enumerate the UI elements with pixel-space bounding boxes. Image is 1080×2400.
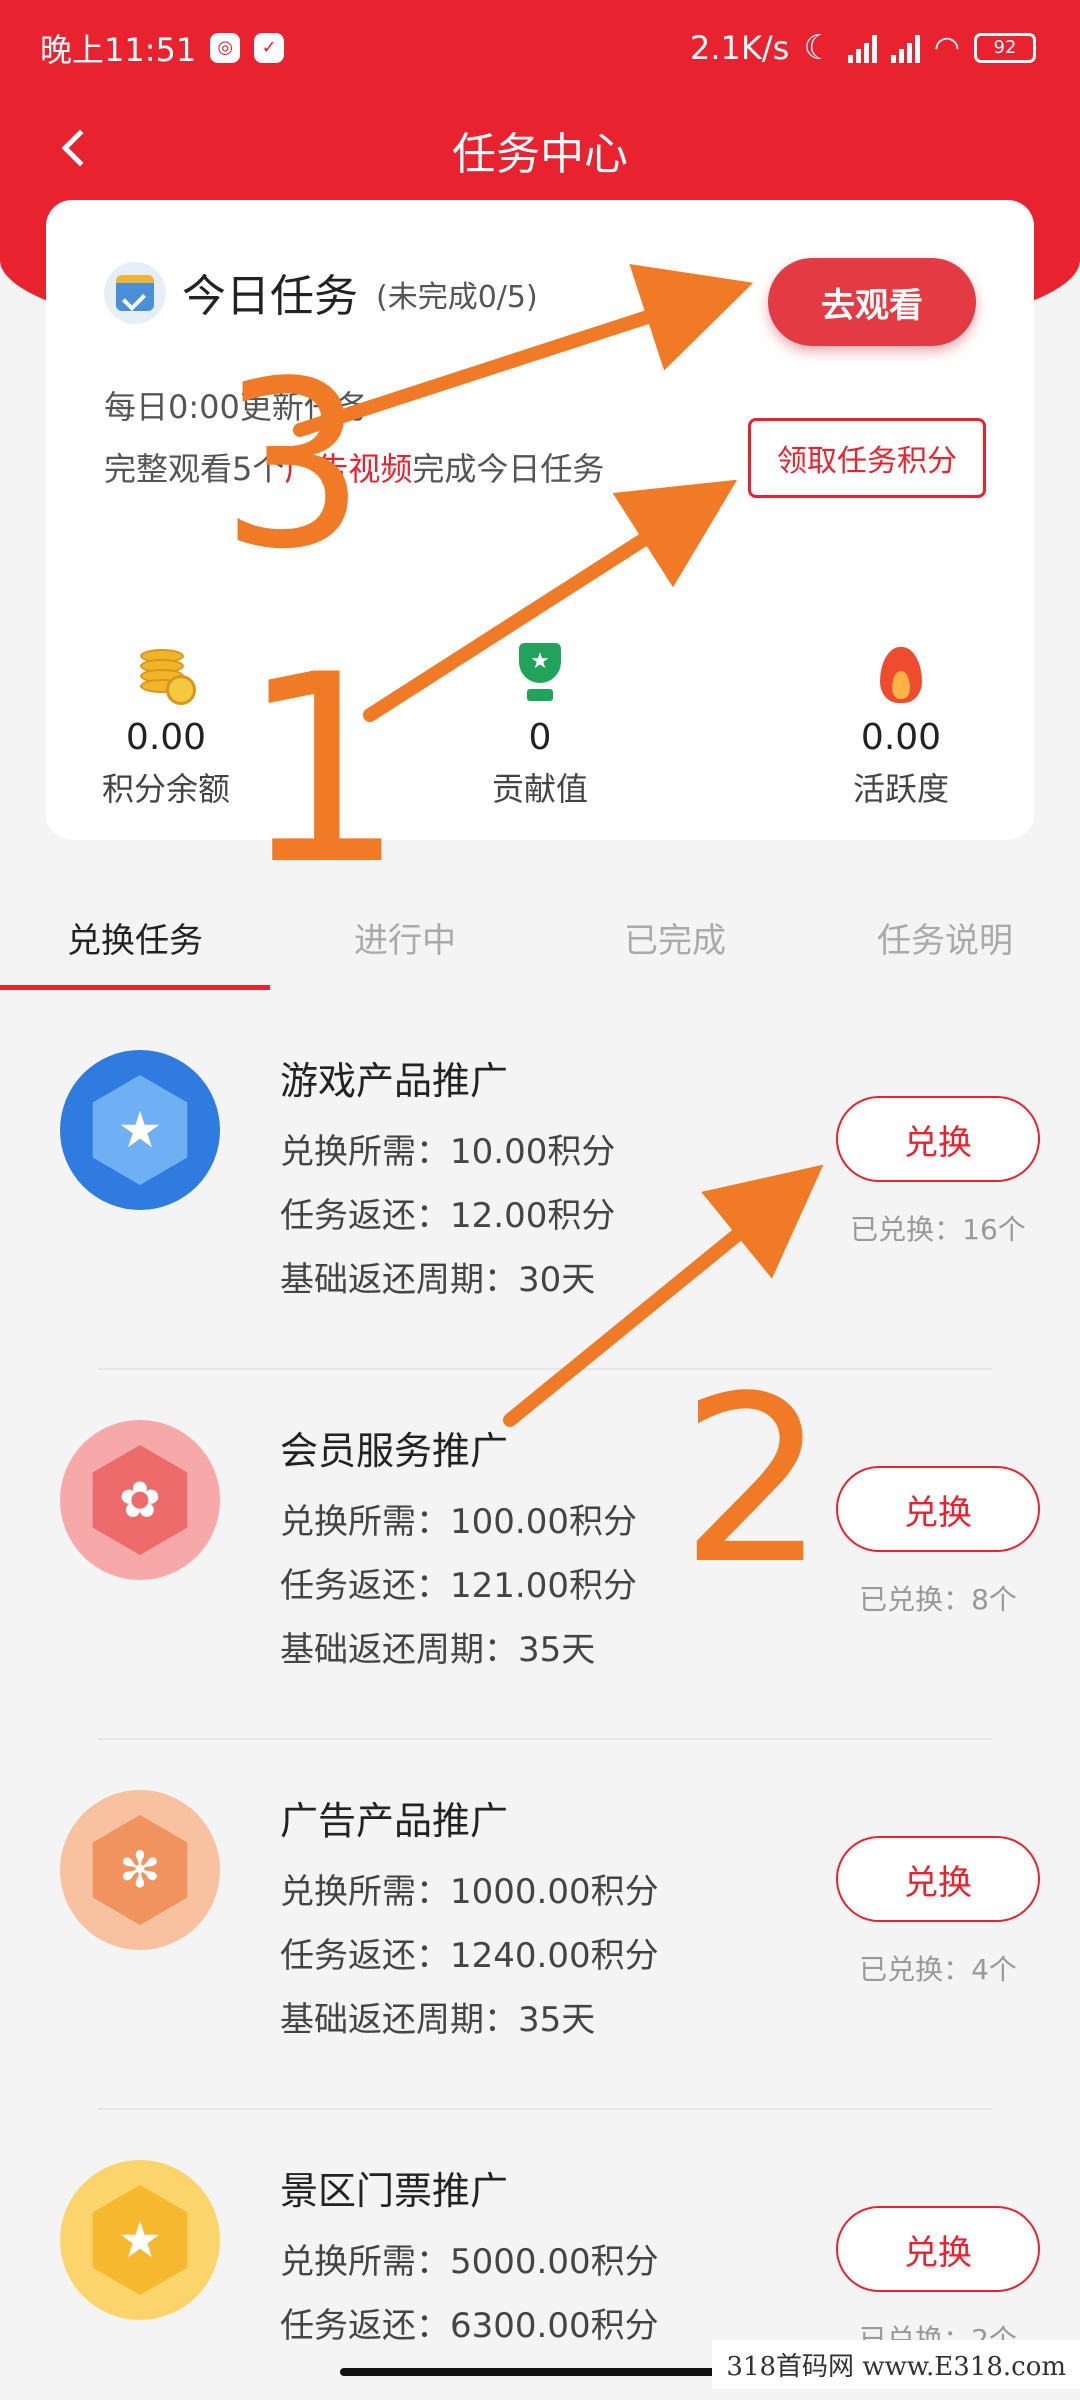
redeemed-count: 已兑换：4个 <box>859 1953 1017 1986</box>
redeem-button[interactable]: 兑换 <box>836 1466 1040 1552</box>
task-cost: 兑换所需：100.00积分 <box>280 1502 637 1542</box>
list-item: ✻ 广告产品推广 兑换所需：1000.00积分 任务返还：1240.00积分 基… <box>0 1740 1080 2110</box>
task-period: 基础返还周期：35天 <box>280 2000 596 2040</box>
flame-icon <box>876 641 926 705</box>
instruction-suffix: 完成今日任务 <box>412 450 605 488</box>
shield-icon: ✓ <box>254 32 285 63</box>
today-task-title: 今日任务 <box>182 271 358 322</box>
tab-bar: 兑换任务 进行中 已完成 任务说明 <box>0 895 1080 990</box>
instruction-prefix: 完整观看5个 <box>104 450 285 488</box>
watch-button[interactable]: 去观看 <box>768 258 976 346</box>
back-button[interactable] <box>55 123 105 173</box>
tab-in-progress[interactable]: 进行中 <box>270 895 540 990</box>
pinwheel-badge-icon: ✻ <box>60 1790 220 1950</box>
star-badge-icon: ★ <box>60 1050 220 1210</box>
task-cost: 兑换所需：10.00积分 <box>280 1132 616 1172</box>
home-indicator[interactable] <box>340 2368 740 2376</box>
stat-points-balance: 0.00 积分余额 <box>56 625 276 810</box>
stat-value: 0.00 <box>860 717 942 758</box>
stat-activity: 0.00 活跃度 <box>791 625 1011 810</box>
wechat-icon: ◎ <box>210 32 241 63</box>
list-item: ✿ 会员服务推广 兑换所需：100.00积分 任务返还：121.00积分 基础返… <box>0 1370 1080 1740</box>
watermark: 318首码网 www.E318.com <box>712 2340 1080 2389</box>
flower-badge-icon: ✿ <box>60 1420 220 1580</box>
task-reward: 任务返还：121.00积分 <box>280 1566 637 1606</box>
today-task-card: 今日任务 (未完成0/5) 去观看 每日0:00更新任务 完整观看5个广告视频完… <box>46 200 1034 840</box>
tab-task-guide[interactable]: 任务说明 <box>810 895 1080 990</box>
stat-label: 贡献值 <box>491 770 588 808</box>
redeem-button[interactable]: 兑换 <box>836 1096 1040 1182</box>
task-reward: 任务返还：1240.00积分 <box>280 1936 659 1976</box>
status-bar: 晚上11:51 ◎ ✓ 2.1K/s ☾ ◠ 92 <box>0 0 1080 95</box>
coins-icon <box>136 645 196 705</box>
task-instruction: 完整观看5个广告视频完成今日任务 <box>104 444 604 490</box>
stat-label: 积分余额 <box>101 770 230 808</box>
stat-value: 0.00 <box>125 717 207 758</box>
task-cost: 兑换所需：5000.00积分 <box>280 2242 659 2282</box>
chevron-left-icon <box>61 129 99 167</box>
task-period: 基础返还周期：35天 <box>280 1630 596 1670</box>
stat-value: 0 <box>528 717 552 758</box>
tab-completed[interactable]: 已完成 <box>540 895 810 990</box>
network-speed: 2.1K/s <box>690 28 790 67</box>
redeem-button[interactable]: 兑换 <box>836 2206 1040 2292</box>
signal-icon-2 <box>890 33 920 63</box>
signal-icon <box>847 33 877 63</box>
task-name: 景区门票推广 <box>280 2169 509 2213</box>
instruction-highlight: 广告视频 <box>284 450 413 488</box>
stat-contribution: ★ 0 贡献值 <box>430 625 650 810</box>
page-title: 任务中心 <box>452 129 628 180</box>
gold-star-badge-icon: ★ <box>60 2160 220 2320</box>
task-cost: 兑换所需：1000.00积分 <box>280 1872 659 1912</box>
clock: 晚上11:51 <box>40 30 197 69</box>
battery-icon: 92 <box>974 32 1036 63</box>
task-name: 游戏产品推广 <box>280 1059 509 1103</box>
redeem-button[interactable]: 兑换 <box>836 1836 1040 1922</box>
trophy-icon: ★ <box>511 643 569 705</box>
task-list: ★ 游戏产品推广 兑换所需：10.00积分 任务返还：12.00积分 基础返还周… <box>0 1000 1080 2400</box>
tab-redeem-tasks[interactable]: 兑换任务 <box>0 895 270 990</box>
redeemed-count: 已兑换：16个 <box>850 1213 1026 1246</box>
task-name: 广告产品推广 <box>280 1799 509 1843</box>
redeemed-count: 已兑换：8个 <box>859 1583 1017 1616</box>
task-reward: 任务返还：6300.00积分 <box>280 2306 659 2346</box>
moon-icon: ☾ <box>803 27 834 68</box>
list-item: ★ 游戏产品推广 兑换所需：10.00积分 任务返还：12.00积分 基础返还周… <box>0 1000 1080 1370</box>
update-note: 每日0:00更新任务 <box>104 388 368 426</box>
task-period: 基础返还周期：30天 <box>280 1260 596 1300</box>
stat-label: 活跃度 <box>852 770 949 808</box>
wifi-icon: ◠ <box>933 30 960 65</box>
task-reward: 任务返还：12.00积分 <box>280 1196 616 1236</box>
title-bar: 任务中心 <box>0 95 1080 205</box>
calendar-icon <box>104 262 166 324</box>
today-task-status: (未完成0/5) <box>376 280 538 315</box>
task-name: 会员服务推广 <box>280 1429 509 1473</box>
claim-points-button[interactable]: 领取任务积分 <box>748 418 986 498</box>
